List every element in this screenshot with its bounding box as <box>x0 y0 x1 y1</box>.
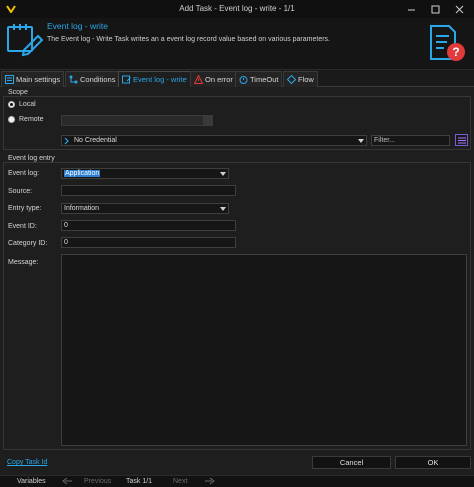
tab-content: Scope Local Remote No Credential Filter.… <box>0 87 474 455</box>
warning-icon <box>194 75 203 84</box>
chevron-down-icon <box>220 172 226 176</box>
source-label: Source: <box>8 188 33 195</box>
previous-button[interactable]: Previous <box>84 477 111 487</box>
document-error-icon: ? <box>427 23 467 65</box>
event-log-dropdown[interactable]: Application <box>61 168 229 179</box>
event-log-label: Event log: <box>8 170 40 177</box>
task-counter: Task 1/1 <box>126 478 153 485</box>
task-title: Event log - write <box>47 21 108 31</box>
flow-icon <box>287 75 296 84</box>
close-button[interactable] <box>444 1 474 17</box>
remote-radio-label: Remote <box>19 116 44 123</box>
previous-arrow-icon <box>62 477 73 487</box>
tab-on-error[interactable]: On error <box>190 71 237 87</box>
minimize-icon <box>407 9 415 11</box>
tab-bar: Main settings Conditions Event log - wri… <box>0 70 474 87</box>
local-radio[interactable] <box>8 101 15 108</box>
event-id-input[interactable]: 0 <box>61 220 236 231</box>
filter-input[interactable]: Filter... <box>371 135 450 146</box>
tab-on-error-label: On error <box>205 75 233 84</box>
chevron-down-icon <box>358 139 364 143</box>
variables-button[interactable]: Variables <box>17 477 46 487</box>
svg-text:?: ? <box>452 45 459 59</box>
cancel-button[interactable]: Cancel <box>312 456 391 469</box>
filter-icon <box>458 137 466 144</box>
main-settings-icon <box>5 75 14 84</box>
message-label: Message: <box>8 259 39 266</box>
close-icon <box>455 5 463 14</box>
title-bar: Add Task - Event log - write - 1/1 <box>0 0 474 18</box>
tab-event-log-write-label: Event log - write <box>133 75 187 84</box>
stopwatch-icon <box>239 76 248 84</box>
event-log-value: Application <box>64 170 101 177</box>
status-bar: Variables Previous Task 1/1 Next <box>0 475 474 487</box>
next-button[interactable]: Next <box>173 477 187 487</box>
tab-conditions[interactable]: Conditions <box>65 71 120 87</box>
tab-main-settings-label: Main settings <box>16 75 61 84</box>
remote-radio[interactable] <box>8 116 15 123</box>
tab-timeout-label: TimeOut <box>250 75 279 84</box>
tab-flow-label: Flow <box>298 75 314 84</box>
credential-value: No Credential <box>74 137 117 144</box>
entry-type-label: Entry type: <box>8 205 42 212</box>
local-radio-label: Local <box>19 101 36 108</box>
credential-icon <box>64 137 69 145</box>
scope-group-label: Scope <box>8 89 28 96</box>
entry-type-value: Information <box>64 205 100 212</box>
conditions-icon <box>69 75 78 84</box>
event-log-entry-group-label: Event log entry <box>8 155 55 162</box>
tab-flow[interactable]: Flow <box>283 71 318 87</box>
tab-timeout[interactable]: TimeOut <box>235 71 283 87</box>
next-arrow-icon <box>204 477 215 487</box>
tab-event-log-write[interactable]: Event log - write <box>118 71 191 87</box>
event-log-icon <box>122 75 131 84</box>
chevron-down-icon <box>220 207 226 211</box>
entry-type-dropdown[interactable]: Information <box>61 203 229 214</box>
copy-task-id-link[interactable]: Copy Task Id <box>7 459 47 466</box>
category-id-label: Category ID: <box>8 240 48 247</box>
tab-main-settings[interactable]: Main settings <box>1 71 65 87</box>
task-header: Event log - write The Event log - Write … <box>0 18 474 70</box>
maximize-icon <box>431 5 439 14</box>
remote-host-input[interactable] <box>61 115 204 126</box>
category-id-input[interactable]: 0 <box>61 237 236 248</box>
edit-task-icon <box>4 20 44 62</box>
message-textarea[interactable] <box>61 254 467 446</box>
tab-conditions-label: Conditions <box>80 75 116 84</box>
task-description: The Event log - Write Task writes an a e… <box>47 36 330 43</box>
credential-dropdown[interactable]: No Credential <box>61 135 367 146</box>
remote-browse-button[interactable] <box>204 115 213 126</box>
ok-button[interactable]: OK <box>395 456 471 469</box>
event-id-label: Event ID: <box>8 223 37 230</box>
filter-options-button[interactable] <box>455 134 468 146</box>
source-input[interactable] <box>61 185 236 196</box>
